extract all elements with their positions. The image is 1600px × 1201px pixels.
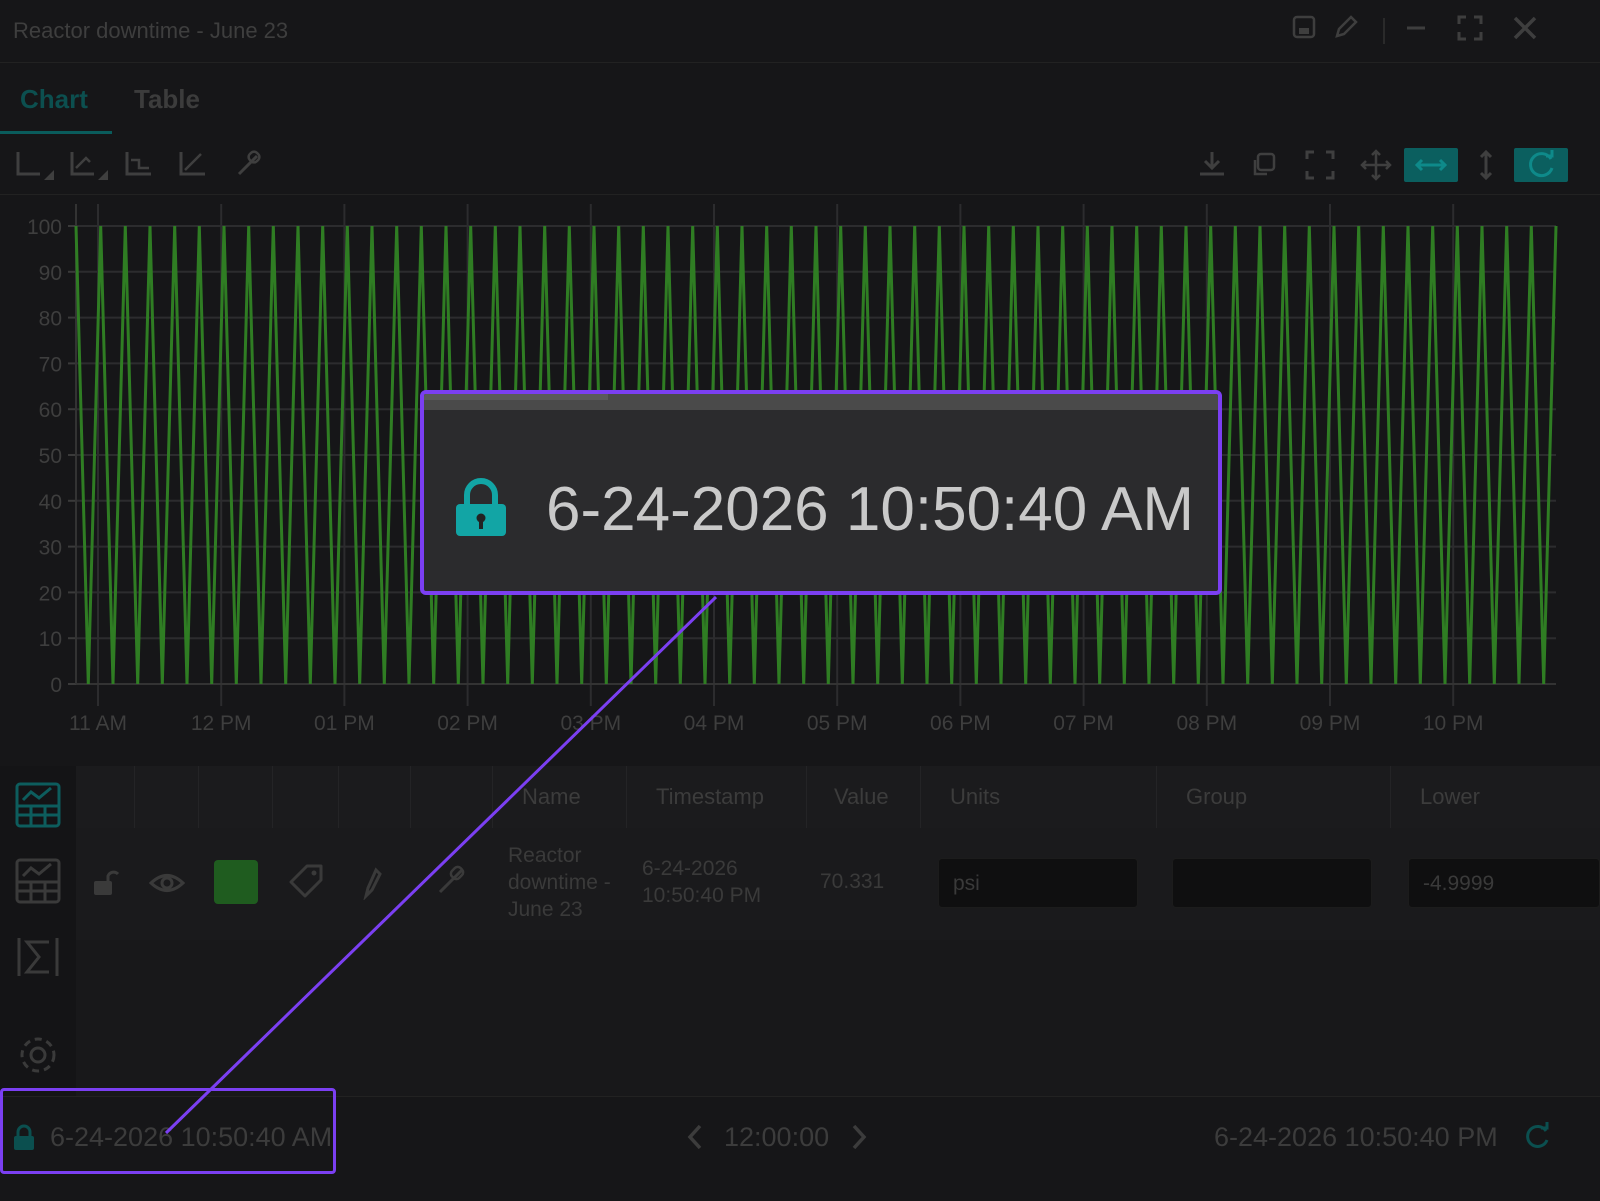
callout-connector [164,595,718,1135]
callout-header-highlight [424,394,608,400]
lock-icon [454,478,508,538]
callout-start-time: 6-24-2026 10:50:40 AM [546,475,1195,544]
zoom-callout: 6-24-2026 10:50:40 AM [420,390,1222,595]
